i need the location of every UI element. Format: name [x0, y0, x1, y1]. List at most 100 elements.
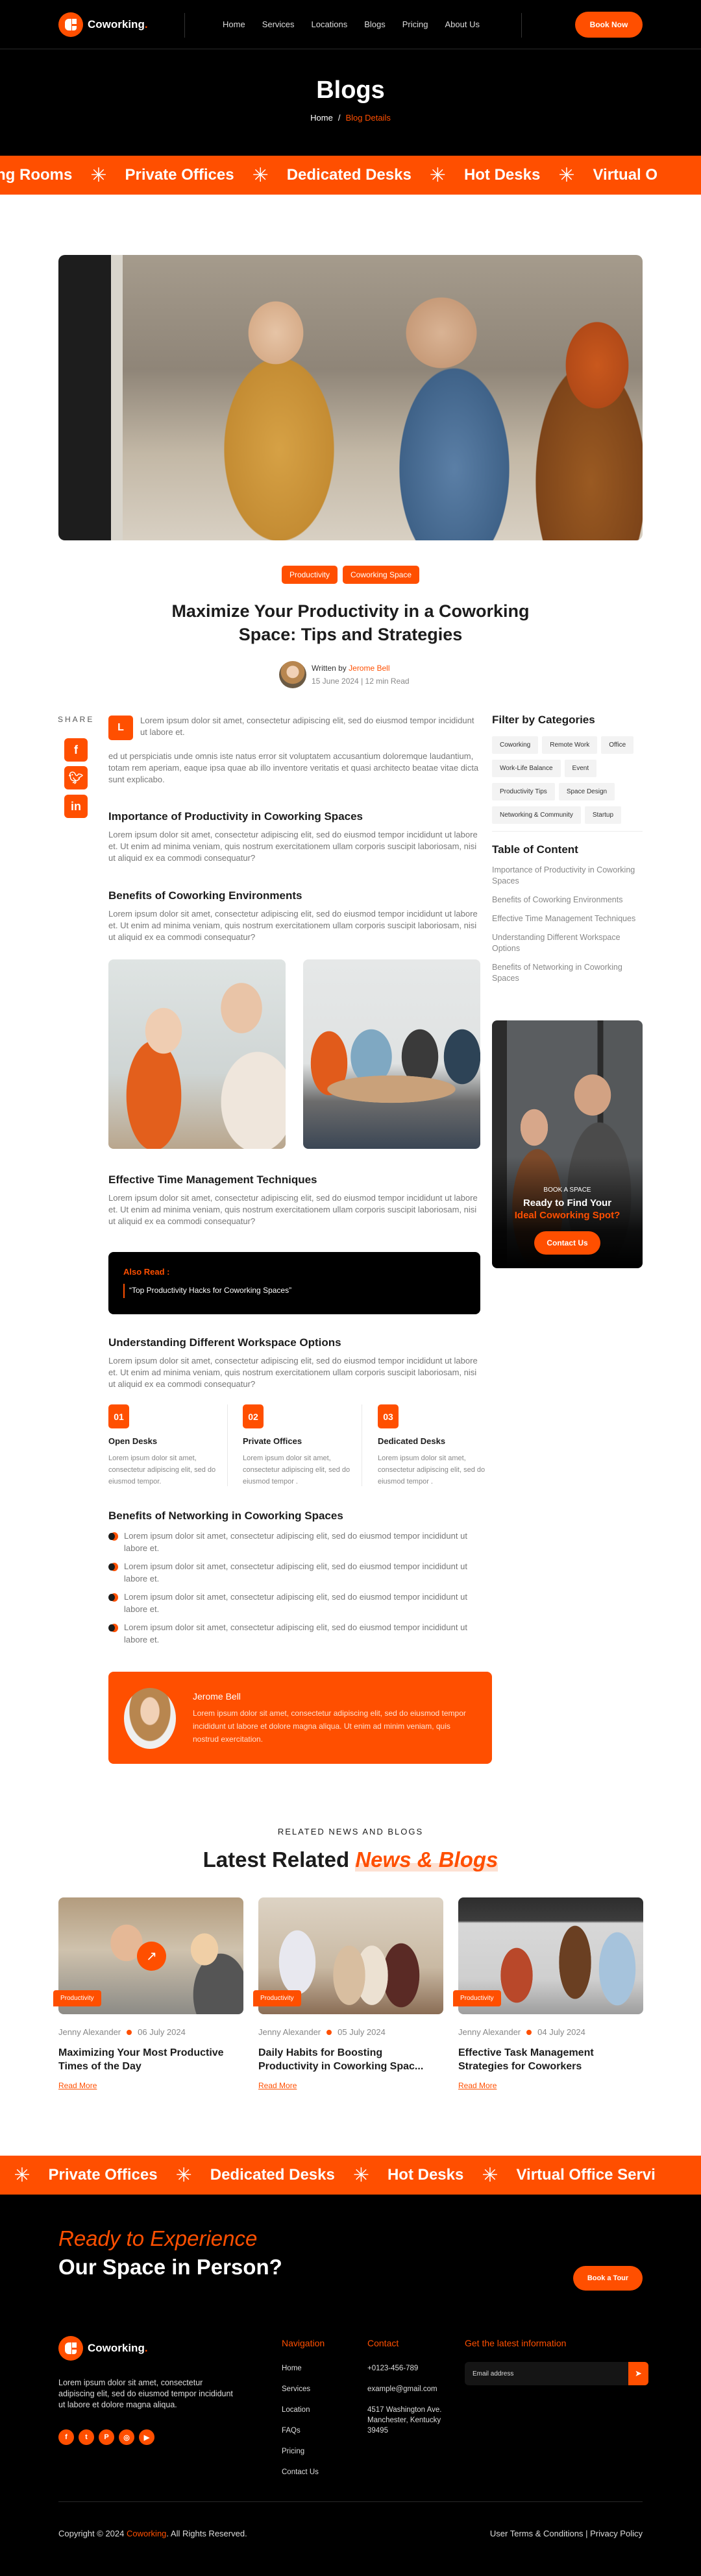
- nav-blogs[interactable]: Blogs: [364, 19, 386, 29]
- logo-icon: [58, 2336, 83, 2361]
- send-button[interactable]: ➤: [628, 2362, 648, 2385]
- footer-link[interactable]: Pricing: [282, 2446, 319, 2467]
- nav-locations[interactable]: Locations: [312, 19, 348, 29]
- category-chip[interactable]: Coworking: [492, 736, 539, 754]
- card-tag[interactable]: Productivity: [253, 1990, 301, 2006]
- card-title[interactable]: Daily Habits for Boosting Productivity i…: [258, 2046, 443, 2073]
- book-a-tour-button[interactable]: Book a Tour: [573, 2266, 643, 2291]
- facebook-icon[interactable]: f: [58, 2429, 74, 2445]
- card-image[interactable]: Productivity: [453, 1897, 643, 2014]
- benefits-list: Lorem ipsum dolor sit amet, consectetur …: [108, 1530, 472, 1652]
- share-facebook-button[interactable]: f: [64, 738, 88, 762]
- category-chip[interactable]: Work-Life Balance: [492, 760, 561, 777]
- category-chip[interactable]: Remote Work: [542, 736, 598, 754]
- top-navigation: Coworking. Home Services Locations Blogs…: [0, 0, 701, 49]
- footer-link[interactable]: Contact Us: [282, 2467, 319, 2488]
- article-image-2: [303, 959, 480, 1149]
- footer-link[interactable]: Home: [282, 2363, 319, 2384]
- option-description: Lorem ipsum dolor sit amet, consectetur …: [243, 1454, 350, 1486]
- card-image[interactable]: ↗ Productivity: [53, 1897, 243, 2014]
- nav-home[interactable]: Home: [223, 19, 245, 29]
- tag-productivity[interactable]: Productivity: [281, 566, 338, 584]
- nav-pricing[interactable]: Pricing: [402, 19, 428, 29]
- cta-title: Our Space in Person?: [58, 2255, 282, 2279]
- category-chip[interactable]: Productivity Tips: [492, 783, 555, 800]
- option-description: Lorem ipsum dolor sit amet, consectetur …: [108, 1454, 216, 1486]
- featured-image: [58, 255, 643, 540]
- footer-link[interactable]: FAQs: [282, 2426, 319, 2446]
- footer-link[interactable]: Location: [282, 2405, 319, 2426]
- section-body: Lorem ipsum dolor sit amet, consectetur …: [108, 909, 478, 942]
- marquee-item: Private Offices: [125, 166, 234, 184]
- section-body: Lorem ipsum dolor sit amet, consectetur …: [108, 1193, 478, 1226]
- email-input[interactable]: [465, 2362, 621, 2385]
- section-body: Lorem ipsum dolor sit amet, consectetur …: [108, 1356, 478, 1389]
- youtube-icon[interactable]: ▶: [139, 2429, 154, 2445]
- footer-link[interactable]: Services: [282, 2384, 319, 2405]
- asterisk-icon: ✳: [14, 2163, 31, 2187]
- divider: [58, 2501, 643, 2502]
- logo[interactable]: Coworking.: [58, 12, 148, 37]
- twitter-icon[interactable]: t: [79, 2429, 94, 2445]
- arrow-icon[interactable]: ↗: [137, 1942, 166, 1971]
- contact-email[interactable]: example@gmail.com: [367, 2384, 449, 2405]
- toc-link[interactable]: Understanding Different Workspace Option…: [492, 932, 643, 954]
- category-chip[interactable]: Space Design: [558, 783, 615, 800]
- card-tag[interactable]: Productivity: [53, 1990, 101, 2006]
- breadcrumb-home[interactable]: Home: [310, 113, 333, 123]
- dot-icon: [127, 2029, 132, 2035]
- linkedin-icon: in: [71, 799, 81, 813]
- also-read-link[interactable]: “Top Productivity Hacks for Coworking Sp…: [129, 1286, 291, 1295]
- terms-link[interactable]: User Terms & Conditions: [490, 2529, 584, 2538]
- toc-link[interactable]: Importance of Productivity in Coworking …: [492, 865, 643, 887]
- read-more-link[interactable]: Read More: [458, 2081, 497, 2090]
- toc-link[interactable]: Benefits of Networking in Coworking Spac…: [492, 962, 643, 984]
- asterisk-icon: ✳: [429, 163, 446, 187]
- privacy-link[interactable]: Privacy Policy: [590, 2529, 643, 2538]
- contact-phone[interactable]: +0123-456-789: [367, 2363, 449, 2384]
- toc-link[interactable]: Effective Time Management Techniques: [492, 913, 643, 924]
- footer-social: f t P ◎ ▶: [58, 2429, 154, 2445]
- copyright: Copyright © 2024 Coworking. All Rights R…: [58, 2529, 247, 2538]
- asterisk-icon: ✳: [252, 163, 269, 187]
- contact-address: 4517 Washington Ave. Manchester, Kentuck…: [367, 2406, 442, 2435]
- toc-link[interactable]: Benefits of Coworking Environments: [492, 895, 643, 906]
- category-chip[interactable]: Startup: [584, 806, 622, 824]
- contact-us-button[interactable]: Contact Us: [534, 1231, 600, 1255]
- twitter-icon: 🐦︎: [68, 771, 84, 784]
- promo-kicker: BOOK A SPACE: [543, 1186, 591, 1194]
- nav-services[interactable]: Services: [262, 19, 295, 29]
- toc-heading: Table of Content: [492, 843, 578, 856]
- pinterest-icon[interactable]: P: [99, 2429, 114, 2445]
- section-heading: Understanding Different Workspace Option…: [108, 1336, 341, 1349]
- category-chip[interactable]: Event: [564, 760, 597, 777]
- asterisk-icon: ✳: [558, 163, 575, 187]
- card-image[interactable]: Productivity: [253, 1897, 443, 2014]
- card-title[interactable]: Effective Task Management Strategies for…: [458, 2046, 643, 2073]
- footer-logo[interactable]: Coworking.: [58, 2336, 148, 2361]
- marquee-item: Virtual O: [593, 166, 658, 184]
- read-more-link[interactable]: Read More: [58, 2081, 97, 2090]
- tag-coworking-space[interactable]: Coworking Space: [342, 566, 420, 584]
- logo-icon: [58, 12, 83, 37]
- byline-prefix: Written by: [312, 664, 347, 673]
- card-date: 05 July 2024: [338, 2027, 386, 2037]
- list-item: Lorem ipsum dolor sit amet, consectetur …: [108, 1621, 472, 1646]
- author-bio-box: Jerome Bell Lorem ipsum dolor sit amet, …: [108, 1672, 492, 1764]
- divider: [492, 831, 643, 832]
- category-chip[interactable]: Networking & Community: [492, 806, 581, 824]
- author-link[interactable]: Jerome Bell: [349, 664, 389, 673]
- footer-navigation: Home Services Location FAQs Pricing Cont…: [282, 2363, 319, 2488]
- publish-date: 15 June 2024 | 12 min Read: [312, 677, 410, 686]
- card-title[interactable]: Maximizing Your Most Productive Times of…: [58, 2046, 243, 2073]
- category-chip[interactable]: Office: [601, 736, 634, 754]
- share-linkedin-button[interactable]: in: [64, 795, 88, 818]
- share-twitter-button[interactable]: 🐦︎: [64, 766, 88, 789]
- read-more-link[interactable]: Read More: [258, 2081, 297, 2090]
- instagram-icon[interactable]: ◎: [119, 2429, 134, 2445]
- nav-about-us[interactable]: About Us: [445, 19, 479, 29]
- option-number: 01: [108, 1404, 129, 1428]
- card-tag[interactable]: Productivity: [453, 1990, 501, 2006]
- book-now-button[interactable]: Book Now: [575, 12, 643, 38]
- logo-text: Coworking.: [88, 18, 148, 30]
